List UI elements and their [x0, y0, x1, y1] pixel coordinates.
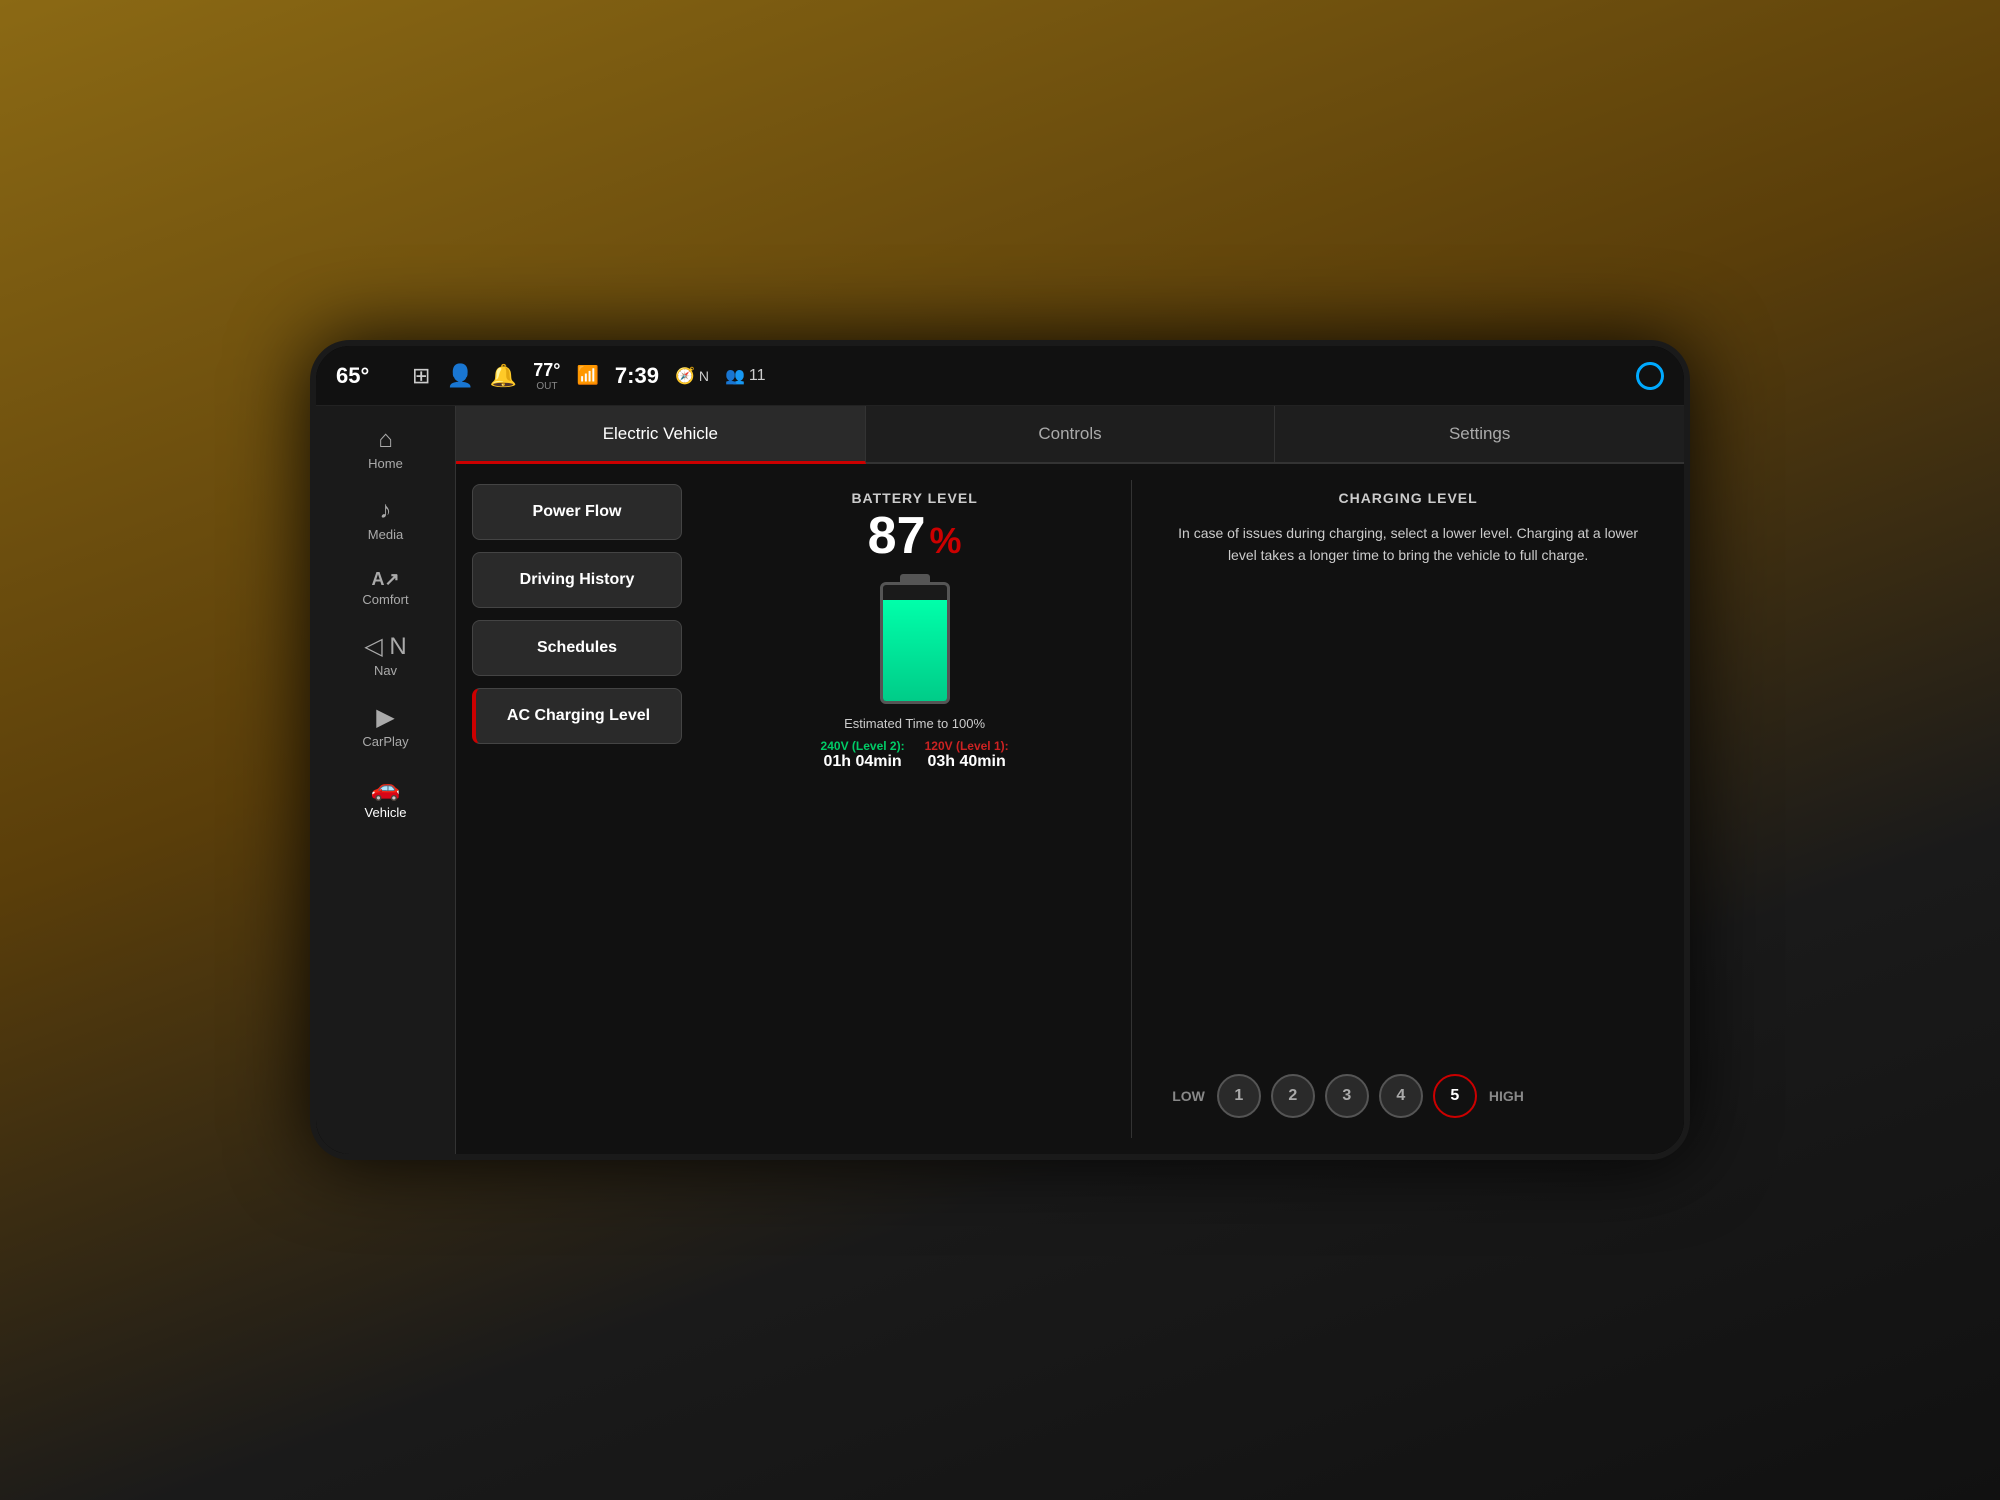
battery-visual: [880, 574, 950, 704]
tab-electric-vehicle[interactable]: Electric Vehicle: [456, 406, 866, 464]
sidebar-item-carplay[interactable]: ▶ CarPlay: [316, 694, 455, 761]
sidebar-item-nav[interactable]: ◁ N Nav: [316, 623, 455, 690]
status-right-area: [1636, 362, 1664, 390]
notification-icon[interactable]: 🔔: [490, 363, 517, 389]
comfort-icon: A↗: [371, 570, 399, 588]
carplay-icon: ▶: [376, 706, 394, 730]
sidebar-home-label: Home: [368, 456, 403, 471]
level2-time: 01h 04min: [821, 753, 905, 771]
clock: 7:39: [615, 363, 659, 389]
ev-navigation-buttons: Power Flow Driving History Schedules AC …: [472, 480, 682, 1138]
status-circle-indicator: [1636, 362, 1664, 390]
charging-level-1[interactable]: 1: [1217, 1074, 1261, 1118]
nav-icon: ◁ N: [364, 635, 406, 659]
charging-level-title: CHARGING LEVEL: [1172, 490, 1644, 506]
sidebar-item-comfort[interactable]: A↗ Comfort: [316, 558, 455, 619]
tab-controls[interactable]: Controls: [866, 406, 1276, 462]
level2-charge-time: 240V (Level 2): 01h 04min: [821, 739, 905, 771]
passenger-number: 11: [749, 367, 766, 385]
outside-temp-display: 77° OUT: [533, 360, 560, 392]
high-label: HIGH: [1489, 1088, 1524, 1104]
ac-charging-level-button[interactable]: AC Charging Level: [472, 688, 682, 744]
power-flow-button[interactable]: Power Flow: [472, 484, 682, 540]
battery-section: BATTERY LEVEL 87 % Estimated Time to 100…: [698, 480, 1132, 1138]
charging-level-selector: LOW 1 2 3 4 5 HIGH: [1172, 1074, 1644, 1128]
battery-section-label: BATTERY LEVEL: [851, 490, 977, 506]
battery-cap: [900, 574, 930, 582]
outside-temp: 77°: [533, 360, 560, 381]
level2-voltage: 240V (Level 2):: [821, 739, 905, 753]
grid-icon[interactable]: ⊞: [412, 363, 430, 389]
home-icon: ⌂: [378, 428, 393, 452]
sidebar-nav-label: Nav: [374, 663, 397, 678]
sidebar-item-vehicle[interactable]: 🚗 Vehicle: [316, 765, 455, 832]
battery-fill: [883, 600, 947, 701]
level1-time: 03h 40min: [925, 753, 1009, 771]
sidebar: ⌂ Home ♪ Media A↗ Comfort ◁ N Nav ▶ CarP…: [316, 406, 456, 1154]
charging-level-2[interactable]: 2: [1271, 1074, 1315, 1118]
driving-history-button[interactable]: Driving History: [472, 552, 682, 608]
charging-level-buttons: 1 2 3 4 5: [1217, 1074, 1477, 1118]
nav-direction: N: [699, 368, 709, 384]
sidebar-item-media[interactable]: ♪ Media: [316, 487, 455, 554]
sidebar-item-home[interactable]: ⌂ Home: [316, 416, 455, 483]
tab-bar: Electric Vehicle Controls Settings: [456, 406, 1684, 464]
charging-level-section: CHARGING LEVEL In case of issues during …: [1148, 480, 1668, 1138]
outside-label: OUT: [536, 381, 557, 392]
charging-level-description: In case of issues during charging, selec…: [1172, 522, 1644, 567]
sidebar-carplay-label: CarPlay: [362, 734, 408, 749]
charging-level-3[interactable]: 3: [1325, 1074, 1369, 1118]
compass-icon: 🧭: [675, 366, 695, 386]
interior-temp: 65°: [336, 363, 396, 389]
battery-percent-value: 87: [868, 510, 926, 562]
charging-level-5[interactable]: 5: [1433, 1074, 1477, 1118]
profile-icon[interactable]: 👤: [446, 363, 473, 389]
wifi-icon: 📶: [576, 365, 598, 386]
sidebar-comfort-label: Comfort: [362, 592, 408, 607]
schedules-button[interactable]: Schedules: [472, 620, 682, 676]
level1-charge-time: 120V (Level 1): 03h 40min: [925, 739, 1009, 771]
charge-times: 240V (Level 2): 01h 04min 120V (Level 1)…: [821, 739, 1009, 771]
tab-settings[interactable]: Settings: [1275, 406, 1684, 462]
battery-percent-display: 87 %: [868, 510, 962, 562]
low-label: LOW: [1172, 1088, 1205, 1104]
level1-voltage: 120V (Level 1):: [925, 739, 1009, 753]
battery-percent-symbol: %: [930, 510, 962, 562]
status-bar: 65° ⊞ 👤 🔔 77° OUT 📶 7:39 🧭 N 👥 11: [316, 346, 1684, 406]
estimated-time-label: Estimated Time to 100%: [844, 716, 985, 731]
charging-level-4[interactable]: 4: [1379, 1074, 1423, 1118]
sidebar-vehicle-label: Vehicle: [365, 805, 407, 820]
nav-indicator: 🧭 N: [675, 366, 709, 386]
media-icon: ♪: [380, 499, 392, 523]
content-panel: Electric Vehicle Controls Settings Power…: [456, 406, 1684, 1154]
passenger-icon: 👥: [725, 366, 745, 386]
sidebar-media-label: Media: [368, 527, 403, 542]
infotainment-screen: 65° ⊞ 👤 🔔 77° OUT 📶 7:39 🧭 N 👥 11 ⌂ Home: [310, 340, 1690, 1160]
tab-content-area: Power Flow Driving History Schedules AC …: [456, 464, 1684, 1154]
battery-body: [880, 582, 950, 704]
main-content: ⌂ Home ♪ Media A↗ Comfort ◁ N Nav ▶ CarP…: [316, 406, 1684, 1154]
passenger-count: 👥 11: [725, 366, 766, 386]
vehicle-icon: 🚗: [371, 777, 401, 801]
